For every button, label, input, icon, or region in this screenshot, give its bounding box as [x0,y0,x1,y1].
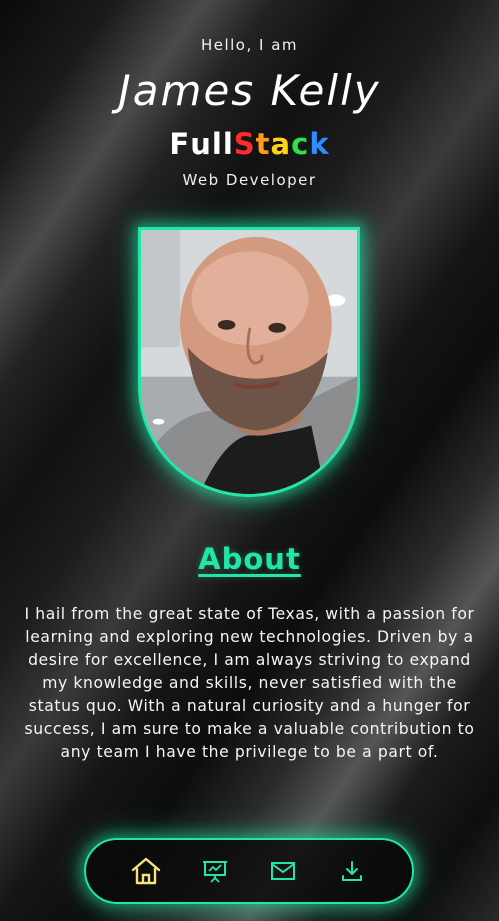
about-heading: About [198,542,301,576]
nav-home-button[interactable] [124,849,168,893]
nav-projects-button[interactable] [193,849,237,893]
role-subtitle: Web Developer [182,171,317,189]
presentation-icon [202,861,227,883]
title-letter: k [309,127,330,161]
mail-icon [271,862,296,880]
title-letter: S [233,127,256,161]
greeting-text: Hello, I am [200,36,299,54]
nav-contact-button[interactable] [261,849,305,893]
home-icon [132,857,161,885]
title-letter: l [222,127,234,161]
title-letter: t [255,127,271,161]
bottom-nav-bar [84,838,414,904]
profile-photo [138,227,360,497]
portfolio-page: Hello, I am James Kelly FullStack Web De… [0,0,499,921]
fullstack-title: FullStack [0,127,499,161]
title-letter: a [270,127,292,161]
title-letter: u [190,127,212,161]
person-name: James Kelly [118,66,381,115]
title-letter: l [211,127,223,161]
nav-download-button[interactable] [330,849,374,893]
about-body: I hail from the great state of Texas, wi… [24,605,475,761]
profile-portrait-image [141,230,357,494]
title-letter: c [291,127,310,161]
download-icon [341,861,362,881]
title-letter: F [169,127,191,161]
